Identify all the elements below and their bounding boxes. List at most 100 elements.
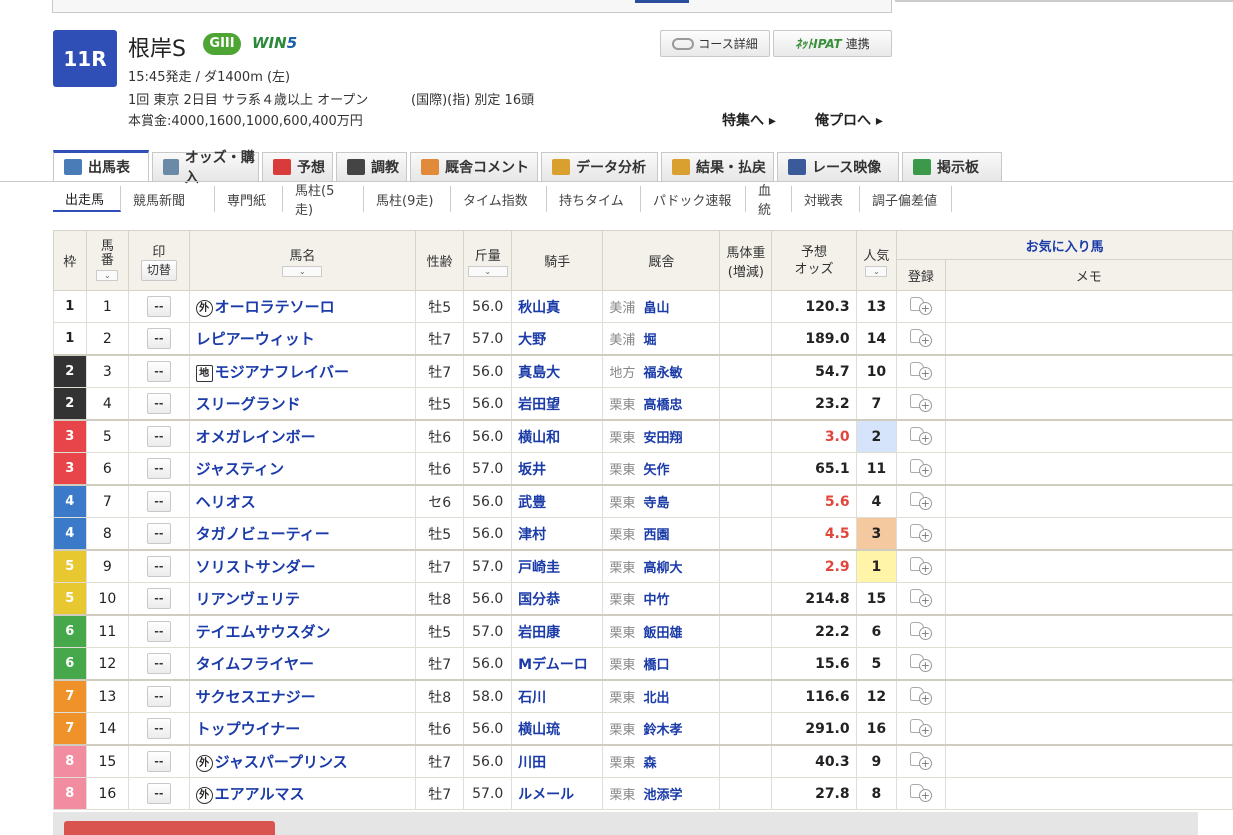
jockey-link[interactable]: 横山琉 (511, 712, 604, 746)
mark-toggle-button[interactable]: 切替 (140, 259, 177, 281)
trainer-link[interactable]: 高橋忠 (643, 398, 682, 413)
trainer-link[interactable]: 池添学 (643, 788, 682, 803)
horse-name-link[interactable]: ソリストサンダー (196, 558, 316, 576)
ipat-link-button[interactable]: ﾈｯﾄIPAT 連携 (773, 30, 892, 57)
tab-8[interactable]: 掲示板 (902, 152, 1002, 181)
horse-name-link[interactable]: スリーグランド (196, 395, 301, 413)
add-favorite-icon[interactable]: + (909, 425, 932, 445)
mark-select[interactable]: -- (146, 523, 171, 544)
horse-name-link[interactable]: リアンヴェリテ (196, 590, 300, 608)
mark-select[interactable]: -- (146, 621, 171, 642)
trainer-link[interactable]: 福永敏 (643, 366, 682, 381)
add-favorite-icon[interactable]: + (909, 620, 932, 640)
tab-4[interactable]: 厩舎コメント (410, 152, 538, 181)
memo-cell[interactable] (944, 744, 1233, 778)
jockey-link[interactable]: 戸崎圭 (511, 549, 604, 583)
add-favorite-icon[interactable]: + (909, 360, 932, 380)
memo-cell[interactable] (944, 712, 1233, 746)
col-horse-name[interactable]: 馬名 ⌄ (188, 230, 417, 291)
memo-cell[interactable] (944, 354, 1233, 388)
subtab-10[interactable]: 調子偏差値 (860, 186, 952, 212)
tab-0[interactable]: 出馬表 (53, 150, 149, 181)
subtab-9[interactable]: 対戦表 (792, 186, 860, 212)
sort-weight-icon[interactable]: ⌄ (467, 265, 508, 277)
memo-cell[interactable] (944, 549, 1233, 583)
trainer-link[interactable]: 安田翔 (643, 431, 682, 446)
memo-cell[interactable] (944, 290, 1233, 323)
mark-select[interactable]: -- (146, 361, 171, 382)
mark-select[interactable]: -- (146, 556, 171, 577)
subtab-6[interactable]: 持ちタイム (547, 186, 641, 212)
horse-name-link[interactable]: レピアーウィット (196, 330, 315, 348)
jockey-link[interactable]: 津村 (511, 517, 604, 551)
jockey-link[interactable]: 岩田康 (511, 614, 604, 648)
orepro-link[interactable]: 俺プロへ ▸ (815, 110, 883, 130)
sort-name-icon[interactable]: ⌄ (282, 265, 323, 277)
trainer-link[interactable]: 堀 (643, 333, 656, 348)
horse-name-link[interactable]: タイムフライヤー (196, 655, 314, 673)
memo-cell[interactable] (944, 647, 1233, 681)
add-favorite-icon[interactable]: + (909, 457, 932, 477)
add-favorite-icon[interactable]: + (909, 392, 932, 412)
tab-2[interactable]: 予想 (262, 152, 333, 181)
trainer-link[interactable]: 寺島 (643, 496, 669, 511)
horse-name-link[interactable]: オーロラテソーロ (215, 298, 335, 316)
jockey-link[interactable]: 秋山真 (511, 290, 604, 323)
horse-name-link[interactable]: ジャスティン (196, 460, 284, 478)
tab-5[interactable]: データ分析 (541, 152, 658, 181)
add-favorite-icon[interactable]: + (909, 295, 932, 315)
horse-name-link[interactable]: モジアナフレイバー (215, 363, 349, 381)
mark-select[interactable]: -- (146, 783, 171, 804)
jockey-link[interactable]: Mデムーロ (511, 647, 604, 681)
tab-6[interactable]: 結果・払戻 (661, 152, 774, 181)
tab-7[interactable]: レース映像 (777, 152, 899, 181)
trainer-link[interactable]: 森 (643, 756, 656, 771)
trainer-link[interactable]: 中竹 (643, 593, 669, 608)
bottom-banner[interactable] (64, 821, 275, 835)
horse-name-link[interactable]: オメガレインボー (196, 428, 316, 446)
horse-name-link[interactable]: ヘリオス (196, 493, 256, 511)
mark-select[interactable]: -- (146, 588, 171, 609)
horse-name-link[interactable]: エアアルマス (215, 785, 305, 803)
trainer-link[interactable]: 橋口 (643, 658, 669, 673)
add-favorite-icon[interactable]: + (909, 652, 932, 672)
mark-select[interactable]: -- (146, 393, 171, 414)
jockey-link[interactable]: ルメール (511, 777, 604, 810)
memo-cell[interactable] (944, 419, 1233, 453)
add-favorite-icon[interactable]: + (909, 587, 932, 607)
add-favorite-icon[interactable]: + (909, 685, 932, 705)
horse-name-link[interactable]: ジャスパープリンス (215, 753, 348, 771)
jockey-link[interactable]: 武豊 (511, 484, 604, 518)
mark-select[interactable]: -- (146, 718, 171, 739)
mark-select[interactable]: -- (146, 686, 171, 707)
trainer-link[interactable]: 鈴木孝 (643, 723, 682, 738)
subtab-3[interactable]: 馬柱(5走) (283, 184, 364, 218)
add-favorite-icon[interactable]: + (909, 490, 932, 510)
add-favorite-icon[interactable]: + (909, 555, 932, 575)
jockey-link[interactable]: 坂井 (511, 452, 604, 486)
add-favorite-icon[interactable]: + (909, 327, 932, 347)
memo-cell[interactable] (944, 517, 1233, 551)
trainer-link[interactable]: 北出 (643, 691, 669, 706)
trainer-link[interactable]: 飯田雄 (643, 626, 682, 641)
feature-link[interactable]: 特集へ ▸ (722, 110, 776, 130)
add-favorite-icon[interactable]: + (909, 717, 932, 737)
col-weight[interactable]: 斤量 ⌄ (463, 230, 513, 291)
subtab-4[interactable]: 馬柱(9走) (364, 186, 451, 212)
memo-cell[interactable] (944, 679, 1233, 713)
subtab-1[interactable]: 競馬新聞 (121, 186, 215, 212)
subtab-7[interactable]: パドック速報 (641, 186, 746, 212)
jockey-link[interactable]: 真島大 (511, 354, 604, 388)
mark-select[interactable]: -- (146, 751, 171, 772)
memo-cell[interactable] (944, 322, 1233, 356)
course-detail-button[interactable]: コース詳細 (660, 30, 770, 57)
tab-3[interactable]: 調教 (336, 152, 407, 181)
jockey-link[interactable]: 国分恭 (511, 582, 604, 616)
trainer-link[interactable]: 高柳大 (643, 561, 682, 576)
jockey-link[interactable]: 岩田望 (511, 387, 604, 421)
add-favorite-icon[interactable]: + (909, 782, 932, 802)
memo-cell[interactable] (944, 484, 1233, 518)
memo-cell[interactable] (944, 614, 1233, 648)
sort-popularity-icon[interactable]: ⌄ (865, 265, 888, 277)
tab-1[interactable]: オッズ・購入 (152, 150, 259, 186)
